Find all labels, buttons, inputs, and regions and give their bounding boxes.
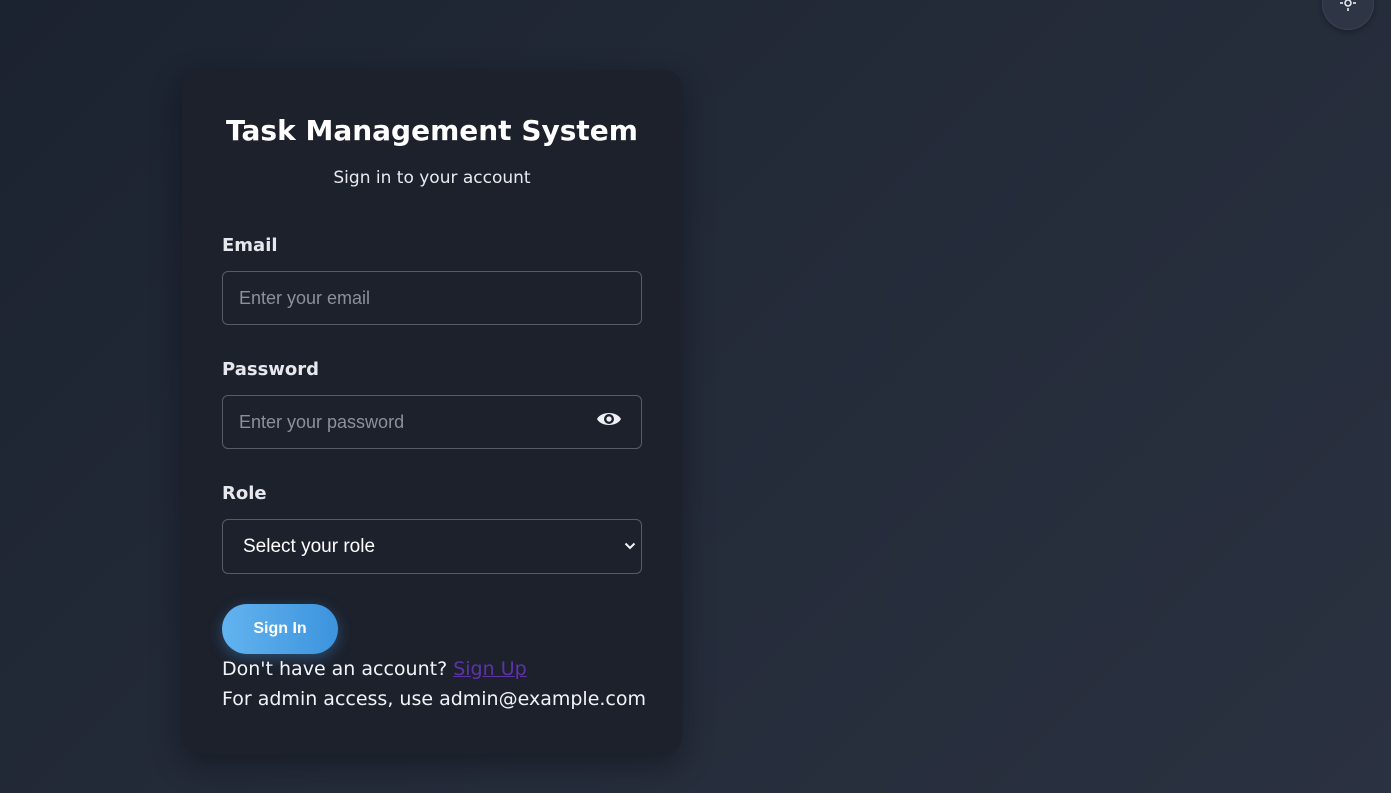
page-title: Task Management System [226, 114, 638, 147]
password-field[interactable] [222, 395, 642, 449]
eye-icon [597, 413, 621, 425]
email-label: Email [222, 235, 278, 256]
email-field[interactable] [222, 271, 642, 325]
sign-up-link[interactable]: Sign Up [453, 658, 526, 680]
password-label: Password [222, 359, 320, 380]
signup-prompt: Don't have an account? [222, 658, 448, 680]
signup-prompt-line: Don't have an account? Sign Up [222, 658, 527, 680]
admin-note: For admin access, use admin@example.com [222, 688, 647, 710]
role-select[interactable]: Select your role [222, 519, 642, 574]
theme-toggle-button[interactable] [1322, 0, 1374, 30]
sign-in-button[interactable]: Sign In [222, 604, 338, 654]
login-card: Task Management System Sign in to your a… [182, 70, 682, 754]
sun-icon [1340, 0, 1356, 11]
page-subtitle: Sign in to your account [333, 168, 531, 188]
chevron-down-icon [624, 542, 636, 550]
role-select-value: Select your role [243, 536, 376, 557]
role-label: Role [222, 483, 267, 504]
show-password-toggle[interactable] [596, 408, 622, 430]
